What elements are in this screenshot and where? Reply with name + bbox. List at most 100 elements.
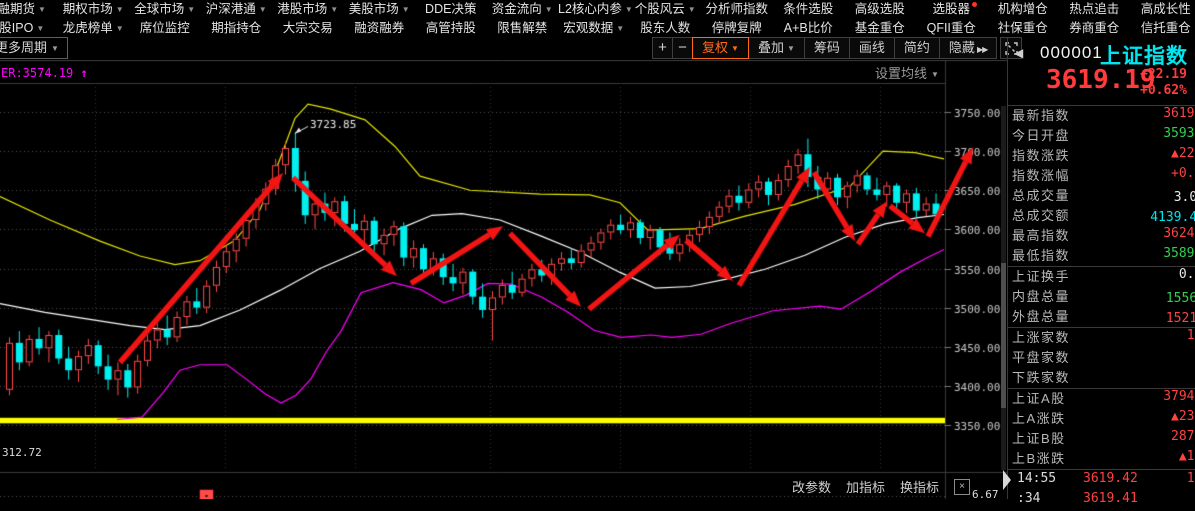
menu-item-r2-2[interactable]: 席位监控 xyxy=(129,19,201,38)
more-cycles-button[interactable]: 更多周期▼ xyxy=(0,37,68,59)
quote-label: 指数涨幅 xyxy=(1012,166,1070,186)
price-change: +22.19 xyxy=(1140,67,1187,82)
indicator-link-1[interactable]: 加指标 xyxy=(846,477,885,496)
menu-item-r1-0[interactable]: 融期货▼ xyxy=(0,0,58,19)
toolbar-button-4[interactable]: 筹码 xyxy=(804,37,850,59)
quote-label: 最高指数 xyxy=(1012,226,1070,246)
indicator-link-bar: 改参数加指标换指标 × xyxy=(792,477,970,496)
quote-value: 15565万 xyxy=(1166,287,1195,306)
stock-code[interactable]: 000001 xyxy=(1040,43,1103,63)
menu-item-r1-13[interactable]: 选股器 xyxy=(916,0,988,19)
divider xyxy=(1008,469,1195,470)
chevron-down-icon: ▼ xyxy=(931,70,939,79)
chart-toolbar: +−复权▼叠加▼筹码画线简约隐藏▶▶ xyxy=(653,37,1022,59)
close-indicator-icon[interactable]: × xyxy=(954,479,970,495)
menu-item-r2-15[interactable]: 券商重仓 xyxy=(1059,19,1131,38)
toolbar-button-7[interactable]: 隐藏▶▶ xyxy=(939,37,997,59)
quote-value: 3794.42 xyxy=(1163,389,1195,404)
panel-scrollbar[interactable] xyxy=(1001,106,1006,470)
quote-value: 3624.07 xyxy=(1163,226,1195,241)
stock-app-window: { "menubar": { "row1": [ {"label":"融期货",… xyxy=(0,0,1195,499)
quote-value: 3589.69 xyxy=(1163,246,1195,261)
quote-label: 总成交额 xyxy=(1012,206,1070,226)
menu-item-r2-0[interactable]: 股IPO▼ xyxy=(0,19,58,38)
chevron-down-icon: ▼ xyxy=(402,5,410,14)
menu-item-r2-11[interactable]: A+B比价 xyxy=(773,19,845,38)
chevron-down-icon: ▼ xyxy=(116,24,124,33)
menu-item-r2-7[interactable]: 限售解禁 xyxy=(487,19,559,38)
menu-item-r1-10[interactable]: 分析师指数 xyxy=(701,0,773,19)
menu-item-r1-12[interactable]: 高级选股 xyxy=(844,0,916,19)
menu-item-r1-2[interactable]: 全球市场▼ xyxy=(129,0,201,19)
menu-item-r2-9[interactable]: 股东人数 xyxy=(630,19,702,38)
menu-bar-row2: 股IPO▼龙虎榜单▼席位监控期指持仓大宗交易融资融券高管持股限售解禁宏观数据▼股… xyxy=(0,19,1195,38)
menu-item-r2-16[interactable]: 信托重仓 xyxy=(1130,19,1195,38)
indicator-link-0[interactable]: 改参数 xyxy=(792,477,831,496)
quote-panel: ◀ 000001 上证指数 3619.19 +22.19 +0.62% 最新指数… xyxy=(1008,38,1195,499)
quote-label: 指数涨跌 xyxy=(1012,146,1070,166)
quote-label: 上B涨跌 xyxy=(1012,449,1066,469)
quote-row-0-4: 总成交量3.08亿 xyxy=(1008,186,1195,206)
menu-item-r2-14[interactable]: 社保重仓 xyxy=(987,19,1059,38)
indicator-link-2[interactable]: 换指标 xyxy=(900,477,939,496)
price-change-percent: +0.62% xyxy=(1140,83,1187,98)
menu-item-r1-14[interactable]: 机构增仓 xyxy=(987,0,1059,19)
menu-item-r1-9[interactable]: 个股风云▼ xyxy=(630,0,702,19)
menu-item-r1-7[interactable]: 资金流向▼ xyxy=(487,0,559,19)
candlestick-chart[interactable] xyxy=(0,60,1007,499)
quote-label: 今日开盘 xyxy=(1012,126,1070,146)
menu-item-r2-1[interactable]: 龙虎榜单▼ xyxy=(58,19,130,38)
menu-item-r2-10[interactable]: 停牌复牌 xyxy=(701,19,773,38)
quote-label: 上证B股 xyxy=(1012,429,1066,449)
menu-item-r1-1[interactable]: 期权市场▼ xyxy=(58,0,130,19)
menu-item-r2-5[interactable]: 融资融券 xyxy=(344,19,416,38)
menu-item-r1-15[interactable]: 热点追击 xyxy=(1059,0,1131,19)
toolbar-button-5[interactable]: 画线 xyxy=(849,37,895,59)
menu-item-r1-11[interactable]: 条件选股 xyxy=(773,0,845,19)
chevron-down-icon: ▼ xyxy=(731,44,739,53)
quote-label: 上涨家数 xyxy=(1012,328,1070,348)
toolbar-button-6[interactable]: 简约 xyxy=(894,37,940,59)
toolbar-button-2[interactable]: 复权▼ xyxy=(692,37,749,59)
toolbar-button-0[interactable]: + xyxy=(652,37,673,59)
menu-item-r2-8[interactable]: 宏观数据▼ xyxy=(558,19,630,38)
min-price-label: 312.72 xyxy=(2,446,42,459)
chevron-down-icon: ▼ xyxy=(545,5,553,14)
quote-row-3-3: 上B涨跌 ▲1.08 xyxy=(1008,449,1195,469)
quote-row-1-1: 内盘总量15565万 xyxy=(1008,287,1195,307)
menu-item-r2-4[interactable]: 大宗交易 xyxy=(272,19,344,38)
quote-row-2-2: 下跌家数92 xyxy=(1008,368,1195,388)
menu-item-r1-8[interactable]: L2核心内参▼ xyxy=(558,0,630,19)
chevron-down-icon: ▼ xyxy=(38,5,46,14)
menu-item-r2-12[interactable]: 基金重仓 xyxy=(844,19,916,38)
quote-value: 15219万 xyxy=(1166,307,1195,326)
back-arrow-icon[interactable]: ◀ xyxy=(1014,46,1023,60)
menu-item-r2-6[interactable]: 高管持股 xyxy=(415,19,487,38)
quote-label: 下跌家数 xyxy=(1012,368,1070,388)
toolbar-button-1[interactable]: − xyxy=(672,37,693,59)
chevron-down-icon: ▼ xyxy=(787,44,795,53)
toolbar-button-3[interactable]: 叠加▼ xyxy=(748,37,805,59)
menu-item-r1-6[interactable]: DDE决策 xyxy=(415,0,487,19)
menu-item-r1-3[interactable]: 沪深港通▼ xyxy=(201,0,273,19)
scrollbar-thumb[interactable] xyxy=(1001,263,1006,408)
chevron-down-icon: ▼ xyxy=(259,5,267,14)
quote-label: 上证A股 xyxy=(1012,389,1066,409)
indicator-scale-label: 6.67 xyxy=(972,488,999,501)
ma-settings-button[interactable]: 设置均线▼ xyxy=(875,63,939,82)
quote-value: 4139.48亿 xyxy=(1150,206,1195,225)
quote-row-2-0: 上涨家数1187 xyxy=(1008,328,1195,348)
quote-value: ▲1.08 xyxy=(1179,449,1195,464)
menu-item-r1-16[interactable]: 高成长性 xyxy=(1130,0,1195,19)
menu-item-r2-3[interactable]: 期指持仓 xyxy=(201,19,273,38)
chevron-down-icon: ▼ xyxy=(36,24,44,33)
menu-item-r1-5[interactable]: 美股市场▼ xyxy=(344,0,416,19)
quote-label: 最低指数 xyxy=(1012,246,1070,266)
quote-value: 287.90 xyxy=(1171,429,1195,444)
chevron-down-icon: ▼ xyxy=(51,44,59,53)
quote-rows: 最新指数3619.19今日开盘3593.81指数涨跌▲22.19指数涨幅+0.6… xyxy=(1008,106,1195,470)
menu-item-r2-13[interactable]: QFII重仓 xyxy=(916,19,988,38)
quote-value: 3.08亿 xyxy=(1174,186,1195,205)
quote-value: ▲23.25 xyxy=(1171,409,1195,424)
menu-item-r1-4[interactable]: 港股市场▼ xyxy=(272,0,344,19)
